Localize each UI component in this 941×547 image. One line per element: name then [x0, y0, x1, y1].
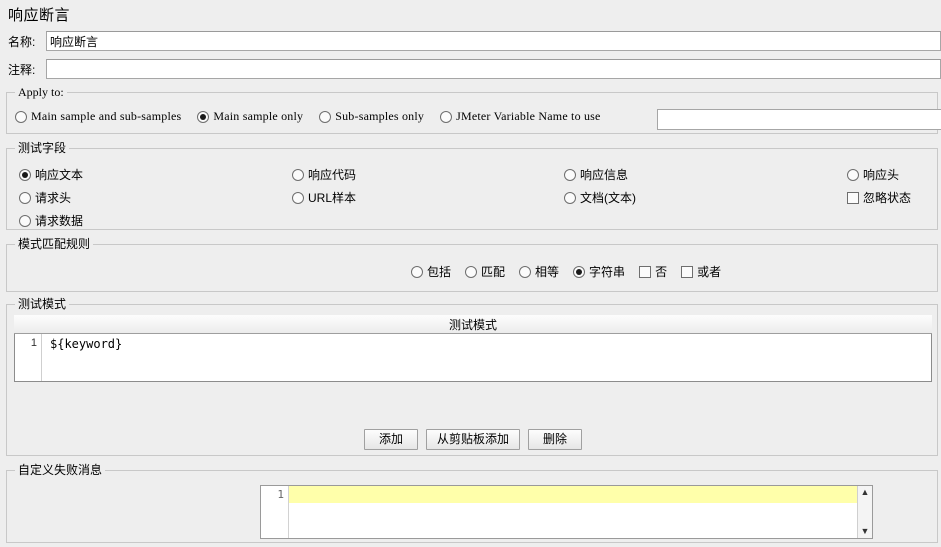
test-field-option-label: 忽略状态: [863, 191, 912, 205]
apply-to-option-main-and-sub[interactable]: Main sample and sub-samples: [15, 109, 181, 124]
test-field-column-1: 响应文本 请求头 请求数据: [19, 163, 83, 232]
jmeter-variable-input[interactable]: [657, 109, 941, 130]
apply-to-option-sub-only[interactable]: Sub-samples only: [319, 109, 424, 124]
test-field-option-response-headers[interactable]: 响应头: [847, 163, 911, 186]
radio-icon: [847, 168, 859, 181]
apply-to-option-label: Sub-samples only: [335, 109, 425, 123]
checkbox-icon: [639, 265, 652, 278]
checkbox-icon: [681, 265, 694, 278]
test-field-option-response-message[interactable]: 响应信息: [564, 163, 636, 186]
test-field-column-3: 响应信息 文档(文本): [564, 163, 636, 209]
pattern-rules-group: 模式匹配规则 包括 匹配 相等 字符串 否 或者: [6, 237, 938, 292]
pattern-rule-contains[interactable]: 包括: [411, 263, 451, 280]
comment-input[interactable]: [46, 59, 941, 79]
test-pattern-table-header: 测试模式: [14, 315, 932, 334]
test-field-option-label: 响应头: [863, 168, 900, 182]
table-row-number: 1: [15, 334, 42, 381]
page-title: 响应断言: [8, 7, 71, 24]
test-pattern-cell-value[interactable]: ${keyword}: [50, 337, 122, 351]
radio-icon: [292, 168, 304, 181]
pattern-rule-label: 或者: [697, 265, 722, 279]
test-field-option-label: 请求数据: [35, 214, 84, 228]
test-field-column-2: 响应代码 URL样本: [292, 163, 356, 209]
name-row: 名称:: [0, 30, 941, 52]
pattern-rule-or[interactable]: 或者: [681, 263, 721, 280]
pattern-rule-substring[interactable]: 字符串: [573, 263, 625, 280]
custom-failure-message-editor[interactable]: 1 ▲ ▼: [260, 485, 873, 539]
test-pattern-group-title: 测试模式: [15, 297, 70, 311]
scroll-up-icon[interactable]: ▲: [861, 488, 870, 497]
test-field-option-label: 响应代码: [308, 168, 357, 182]
pattern-rules-options: 包括 匹配 相等 字符串 否 或者: [411, 263, 735, 280]
comment-row: 注释:: [0, 58, 941, 80]
test-field-option-response-code[interactable]: 响应代码: [292, 163, 356, 186]
editor-scrollbar[interactable]: ▲ ▼: [857, 486, 872, 538]
apply-to-option-label: Main sample only: [213, 109, 304, 123]
apply-to-options: Main sample and sub-samples Main sample …: [15, 109, 601, 124]
pattern-rule-equals[interactable]: 相等: [519, 263, 559, 280]
name-label: 名称:: [8, 34, 36, 49]
table-row[interactable]: ${keyword}: [42, 334, 931, 381]
test-field-group: 测试字段 响应文本 请求头 请求数据 响应代码 URL样本 响应信息 文档(文本…: [6, 141, 938, 232]
checkbox-icon: [847, 191, 859, 204]
pattern-rules-group-title: 模式匹配规则: [15, 237, 94, 251]
test-field-option-label: 响应文本: [35, 168, 84, 182]
test-field-option-label: 请求头: [35, 191, 72, 205]
test-pattern-column-header: 测试模式: [448, 317, 497, 332]
apply-to-option-label: Main sample and sub-samples: [31, 109, 182, 123]
test-field-option-label: URL样本: [308, 191, 357, 205]
add-from-clipboard-button[interactable]: 从剪贴板添加: [425, 429, 520, 450]
editor-text-area[interactable]: [289, 486, 857, 538]
radio-icon: [19, 214, 31, 227]
apply-to-group: Apply to: Main sample and sub-samples Ma…: [6, 85, 941, 134]
apply-to-option-jmeter-variable[interactable]: JMeter Variable Name to use: [440, 109, 600, 124]
radio-icon: [19, 191, 31, 204]
radio-icon: [319, 110, 332, 123]
radio-icon: [411, 265, 423, 278]
custom-failure-message-group-title: 自定义失败消息: [15, 463, 106, 477]
pattern-rule-label: 字符串: [589, 265, 626, 279]
apply-to-option-label: JMeter Variable Name to use: [456, 109, 601, 123]
test-field-column-4: 响应头 忽略状态: [847, 163, 911, 209]
response-assertion-panel: 响应断言 名称: 注释: Apply to: Main sample and s…: [0, 0, 941, 547]
radio-icon: [573, 265, 586, 278]
test-field-option-url-sample[interactable]: URL样本: [292, 186, 356, 209]
radio-icon: [440, 110, 453, 123]
radio-icon: [292, 191, 304, 204]
apply-to-option-main-only[interactable]: Main sample only: [197, 109, 303, 124]
test-pattern-table[interactable]: 1 ${keyword}: [14, 334, 932, 382]
current-line-highlight: [289, 486, 857, 503]
test-pattern-button-bar: 添加 从剪贴板添加 删除: [7, 429, 939, 450]
scroll-down-icon[interactable]: ▼: [861, 527, 870, 536]
add-button[interactable]: 添加: [363, 429, 418, 450]
radio-icon: [564, 168, 576, 181]
radio-icon: [465, 265, 478, 278]
test-field-option-label: 文档(文本): [580, 191, 636, 205]
pattern-rule-not[interactable]: 否: [639, 263, 667, 280]
radio-icon: [15, 110, 27, 123]
pattern-rule-label: 包括: [427, 265, 452, 279]
test-field-option-request-data[interactable]: 请求数据: [19, 209, 83, 232]
test-field-option-response-text[interactable]: 响应文本: [19, 163, 83, 186]
test-pattern-group: 测试模式 测试模式 1 ${keyword} 添加 从剪贴板添加 删除: [6, 297, 939, 456]
custom-failure-message-group: 自定义失败消息 1 ▲ ▼: [6, 463, 938, 543]
pattern-rule-label: 相等: [535, 265, 560, 279]
test-field-group-title: 测试字段: [15, 141, 70, 155]
test-field-option-label: 响应信息: [580, 168, 629, 182]
comment-label: 注释:: [8, 62, 36, 77]
test-field-option-request-headers[interactable]: 请求头: [19, 186, 83, 209]
test-field-option-document-text[interactable]: 文档(文本): [564, 186, 636, 209]
radio-icon: [197, 110, 210, 123]
pattern-rule-label: 匹配: [481, 265, 506, 279]
test-field-option-ignore-status[interactable]: 忽略状态: [847, 186, 911, 209]
delete-button[interactable]: 删除: [528, 429, 582, 450]
name-input[interactable]: [46, 31, 941, 51]
pattern-rule-matches[interactable]: 匹配: [465, 263, 505, 280]
radio-icon: [519, 265, 532, 278]
pattern-rule-label: 否: [655, 265, 668, 279]
editor-line-number: 1: [261, 486, 289, 538]
radio-icon: [19, 168, 31, 181]
radio-icon: [564, 191, 576, 204]
apply-to-group-title: Apply to:: [15, 85, 67, 99]
